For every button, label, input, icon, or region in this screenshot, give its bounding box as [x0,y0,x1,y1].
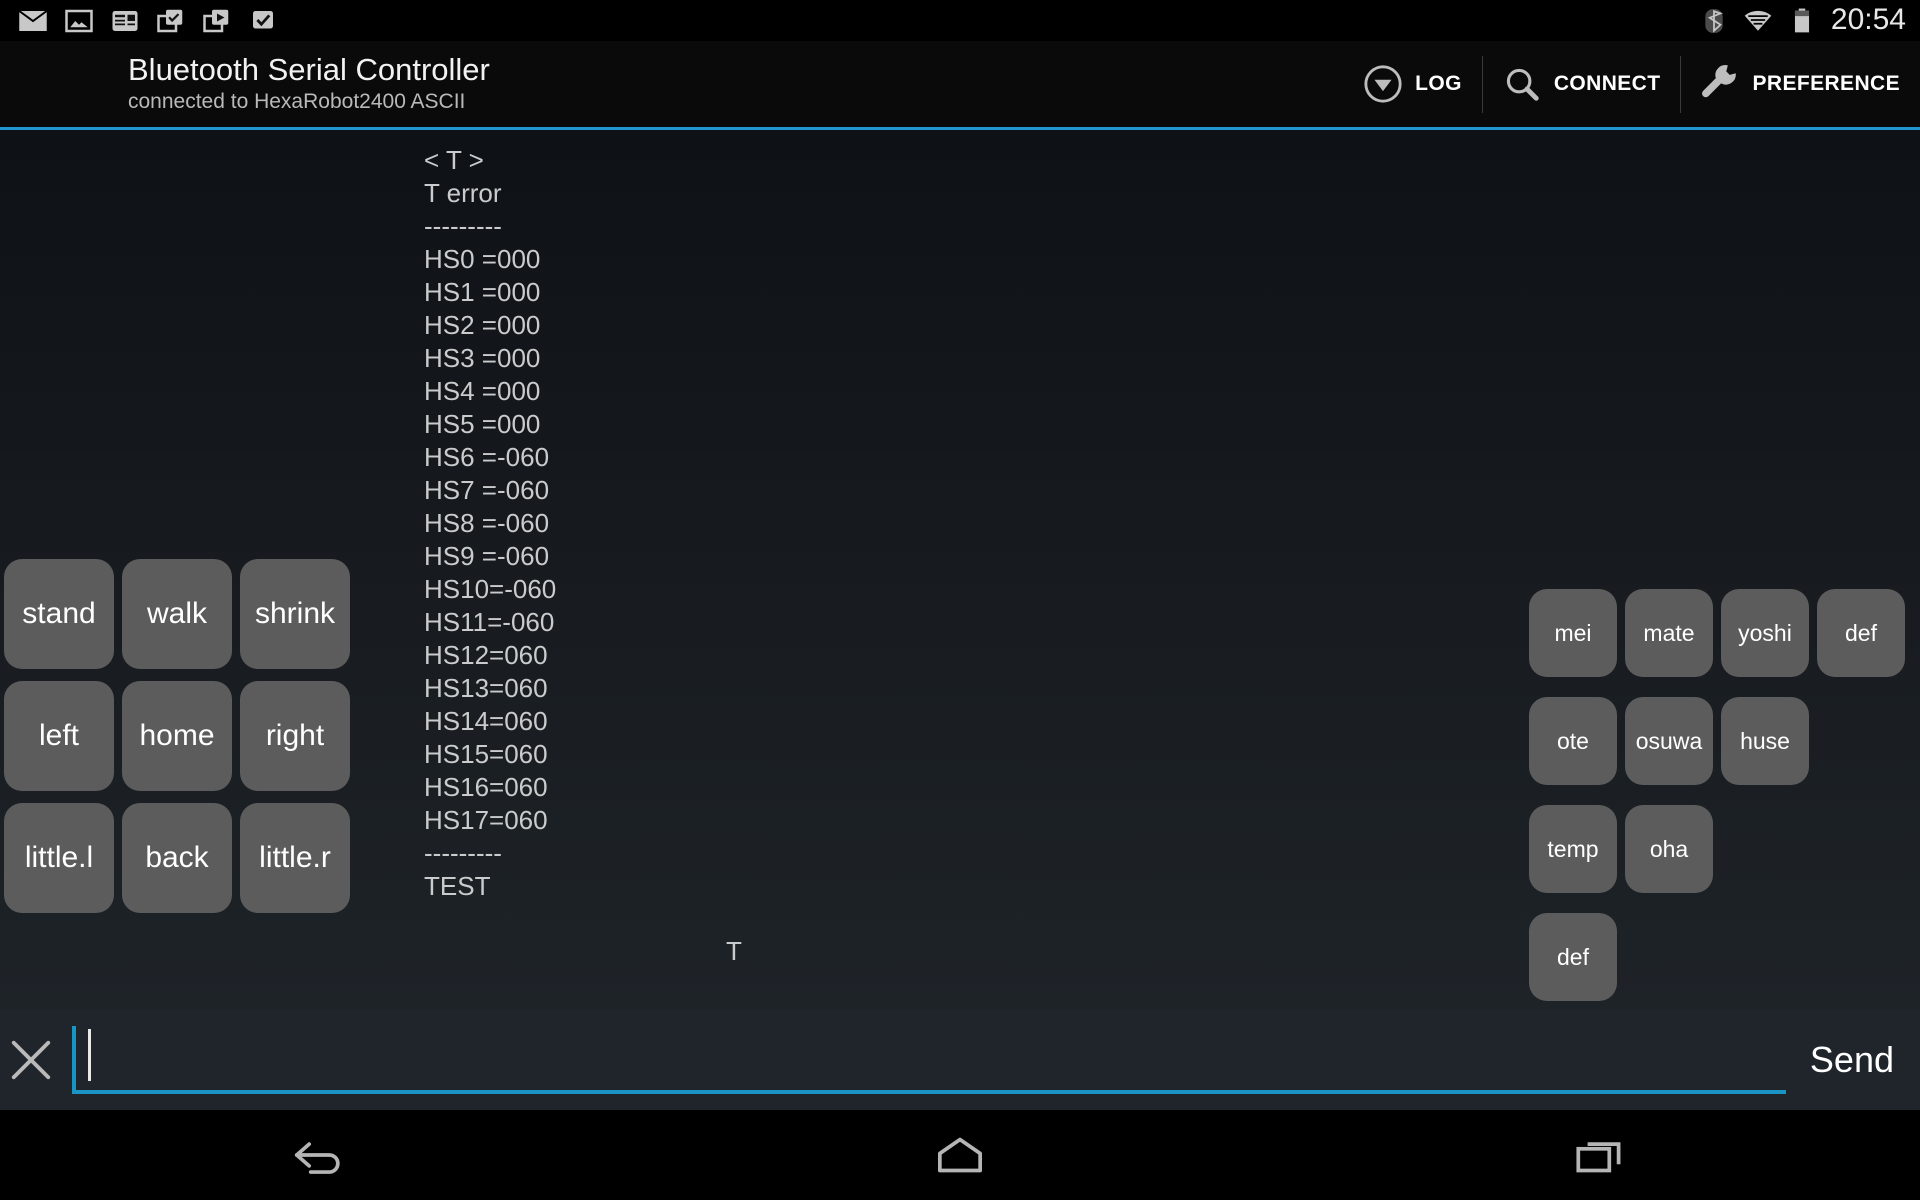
command-button-stand[interactable]: stand [4,559,114,669]
send-input-bar: Send [0,1010,1920,1110]
right-command-pad: mei mate yoshi def ote osuwa huse temp o… [1525,585,1909,1010]
wrench-icon [1702,65,1737,98]
nav-back-button[interactable] [0,1110,640,1200]
circle-down-arrow-icon [1364,65,1402,103]
command-button-mei[interactable]: mei [1529,589,1617,677]
bluetooth-icon [1705,8,1723,33]
left-pad-row: left home right [0,677,354,795]
command-button-oha[interactable]: oha [1625,805,1713,893]
right-pad-row: temp oha [1525,801,1909,897]
close-icon[interactable] [8,1037,54,1083]
connect-button-label: CONNECT [1553,72,1661,95]
right-pad-row: def [1525,909,1909,1005]
nav-recents-button[interactable] [1280,1110,1920,1200]
news-icon [112,10,138,31]
back-icon [294,1142,340,1174]
download-check-icon [157,9,183,32]
serial-input-field[interactable] [76,1026,1786,1090]
mail-icon [18,9,48,31]
command-button-def-top[interactable]: def [1817,589,1905,677]
status-notification-icons [0,8,278,34]
command-button-shrink[interactable]: shrink [240,559,350,669]
preference-button-label: PREFERENCE [1752,72,1900,95]
preference-button[interactable]: PREFERENCE [1680,40,1920,129]
command-button-little-r[interactable]: little.r [240,803,350,913]
send-button[interactable]: Send [1800,1039,1920,1081]
command-button-osuwa[interactable]: osuwa [1625,697,1713,785]
android-navigation-bar [0,1110,1920,1200]
nav-home-button[interactable] [640,1110,1280,1200]
serial-log-output: < T > T error --------- HS0 =000 HS1 =00… [424,145,557,901]
log-button-label: LOG [1415,72,1462,95]
android-status-bar: 20:54 [0,0,1920,41]
home-icon [937,1137,983,1173]
download-play-icon [203,9,229,32]
serial-input-field-wrapper[interactable] [72,1026,1786,1094]
left-command-pad: stand walk shrink left home right little… [0,555,354,921]
action-bar-buttons: LOG CONNECT PREFERENCE [1343,40,1920,129]
page-title: Bluetooth Serial Controller [128,52,490,87]
recents-icon [1576,1142,1621,1173]
app-action-bar: Bluetooth Serial Controller connected to… [0,41,1920,130]
left-pad-row: stand walk shrink [0,555,354,673]
connection-status-text: connected to HexaRobot2400 ASCII [128,90,466,113]
right-pad-row: mei mate yoshi def [1525,585,1909,681]
serial-log-echo: T [726,936,742,966]
title-block: Bluetooth Serial Controller connected to… [0,53,490,115]
command-button-huse[interactable]: huse [1721,697,1809,785]
command-button-mate[interactable]: mate [1625,589,1713,677]
command-button-little-l[interactable]: little.l [4,803,114,913]
command-button-home[interactable]: home [122,681,232,791]
command-button-yoshi[interactable]: yoshi [1721,589,1809,677]
status-system-icons: 20:54 [1699,2,1920,37]
right-pad-row: ote osuwa huse [1525,693,1909,789]
image-icon [65,9,93,32]
wifi-icon [1744,10,1772,31]
download-complete-icon [253,10,273,28]
search-icon [1506,68,1539,101]
controller-stage: < T > T error --------- HS0 =000 HS1 =00… [0,130,1920,1010]
command-button-right[interactable]: right [240,681,350,791]
left-pad-row: little.l back little.r [0,799,354,917]
status-clock: 20:54 [1830,2,1906,36]
app-screen: 20:54 Bluetooth Serial Controller connec… [0,0,1920,1200]
connect-button[interactable]: CONNECT [1481,40,1681,129]
log-button[interactable]: LOG [1343,40,1482,129]
command-button-def-bottom[interactable]: def [1529,913,1617,1001]
command-button-temp[interactable]: temp [1529,805,1617,893]
command-button-walk[interactable]: walk [122,559,232,669]
battery-icon [1794,8,1809,32]
command-button-left[interactable]: left [4,681,114,791]
command-button-ote[interactable]: ote [1529,697,1617,785]
command-button-back[interactable]: back [122,803,232,913]
